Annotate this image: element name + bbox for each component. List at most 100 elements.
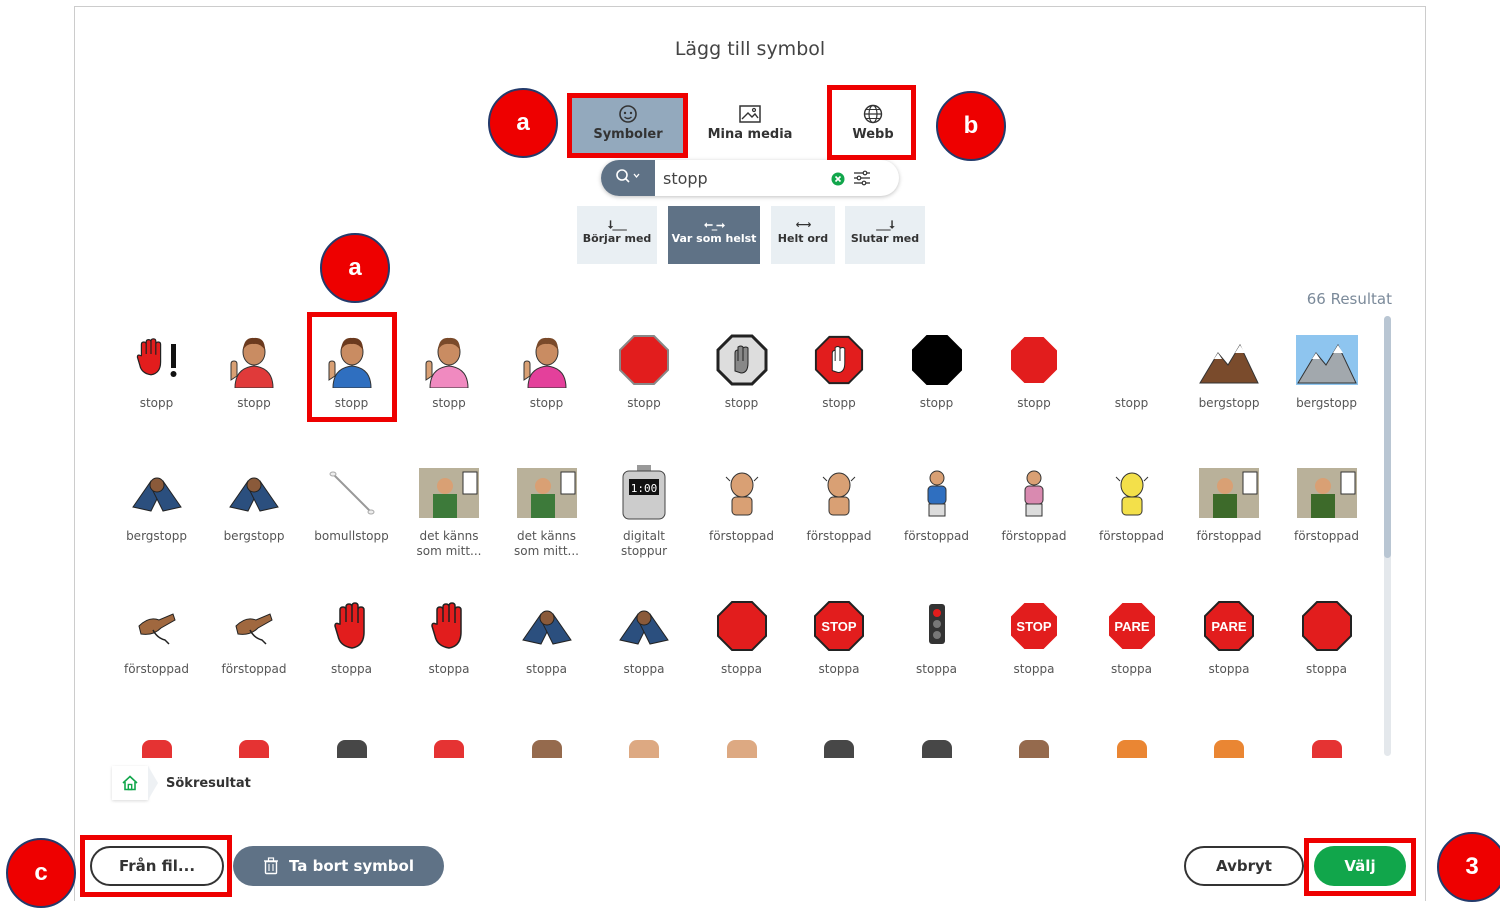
symbol-picture — [1181, 328, 1278, 392]
symbol-result-item[interactable]: stopp — [206, 328, 303, 411]
symbol-result-item[interactable] — [693, 738, 790, 758]
symbol-result-item[interactable]: bergstopp — [108, 461, 205, 544]
symbol-result-item[interactable]: stoppa — [401, 594, 498, 677]
symbol-result-item[interactable]: förstoppad — [1278, 461, 1375, 544]
dialog-title: Lägg till symbol — [674, 38, 826, 60]
filter-icon[interactable] — [853, 170, 871, 190]
symbol-result-item[interactable] — [791, 738, 888, 758]
symbol-result-item[interactable]: bergstopp — [1181, 328, 1278, 411]
symbol-result-item[interactable] — [888, 738, 985, 758]
symbol-result-item[interactable]: stoppa — [303, 594, 400, 677]
symbol-picture — [303, 594, 400, 658]
symbol-result-item[interactable]: 1:00 digitalt stoppur — [596, 461, 693, 559]
symbol-picture — [791, 461, 888, 525]
symbol-result-item[interactable] — [303, 738, 400, 758]
symbol-label: bergstopp — [126, 529, 187, 543]
symbol-picture — [303, 328, 400, 392]
choose-button[interactable]: Välj — [1314, 846, 1406, 886]
mode-anywhere[interactable]: ⭠_⭢ Var som helst — [668, 206, 760, 264]
symbol-picture — [596, 328, 693, 392]
symbol-result-item[interactable]: det känns som mitt... — [401, 461, 498, 559]
symbol-result-item[interactable]: stoppa — [693, 594, 790, 677]
search-options-button[interactable] — [601, 160, 655, 196]
symbol-result-item[interactable]: bergstopp — [1278, 328, 1375, 411]
symbol-result-item[interactable]: förstoppad — [888, 461, 985, 544]
symbol-result-item[interactable]: stopp — [108, 328, 205, 411]
delete-symbol-button[interactable]: Ta bort symbol — [233, 846, 444, 886]
symbol-result-item[interactable]: stoppa — [596, 594, 693, 677]
mode-label: Var som helst — [671, 232, 757, 245]
symbol-result-item[interactable] — [986, 738, 1083, 758]
from-file-button[interactable]: Från fil... — [90, 846, 224, 886]
symbol-label: digitalt stoppur — [620, 529, 668, 558]
symbol-result-item[interactable]: stopp — [791, 328, 888, 411]
symbol-result-item[interactable]: stopp — [498, 328, 595, 411]
symbol-result-item[interactable] — [1181, 738, 1278, 758]
symbol-result-item[interactable] — [401, 738, 498, 758]
symbol-picture — [1278, 738, 1375, 758]
symbol-result-item[interactable]: stopp — [303, 328, 400, 411]
symbol-result-item[interactable]: förstoppad — [693, 461, 790, 544]
tab-web[interactable]: Webb — [817, 97, 929, 153]
symbol-result-item[interactable]: STOP stoppa — [986, 594, 1083, 677]
symbol-result-item[interactable]: förstoppad — [986, 461, 1083, 544]
mode-ends-with[interactable]: ___⭣ Slutar med — [845, 206, 925, 264]
symbol-result-item[interactable] — [108, 738, 205, 758]
mode-starts-with[interactable]: ⭣___ Börjar med — [577, 206, 657, 264]
symbol-result-item[interactable]: stoppa — [1278, 594, 1375, 677]
anywhere-icon: ⭠_⭢ — [703, 218, 725, 231]
symbol-result-item[interactable]: förstoppad — [206, 594, 303, 677]
cancel-button[interactable]: Avbryt — [1184, 846, 1304, 886]
whole-word-icon: ⟷ — [795, 218, 812, 231]
symbol-result-item[interactable]: bomullstopp — [303, 461, 400, 544]
symbol-result-item[interactable]: stopp — [596, 328, 693, 411]
symbol-result-item[interactable]: stoppa — [888, 594, 985, 677]
symbol-result-item[interactable] — [498, 738, 595, 758]
search-input[interactable]: stopp — [663, 169, 708, 188]
breadcrumb: Sökresultat — [112, 766, 251, 800]
symbol-label: stoppa — [331, 662, 372, 676]
tab-web-label: Webb — [852, 127, 894, 142]
tab-symbols[interactable]: Symboler — [572, 97, 684, 153]
tab-my-media[interactable]: Mina media — [694, 97, 806, 153]
symbol-result-item[interactable] — [596, 738, 693, 758]
symbol-result-item[interactable]: förstoppad — [791, 461, 888, 544]
symbol-result-item[interactable]: STOP stoppa — [791, 594, 888, 677]
results-scrollbar[interactable] — [1384, 316, 1391, 756]
symbol-result-item[interactable]: stoppa — [498, 594, 595, 677]
symbol-result-item[interactable]: stopp — [693, 328, 790, 411]
symbol-picture — [1278, 594, 1375, 658]
symbol-result-item[interactable] — [1083, 738, 1180, 758]
symbol-label: stoppa — [1111, 662, 1152, 676]
symbol-result-item[interactable]: stopp — [986, 328, 1083, 411]
symbol-result-item[interactable]: PARE stoppa — [1083, 594, 1180, 677]
symbol-result-item[interactable]: bergstopp — [206, 461, 303, 544]
symbol-result-item[interactable]: stopp — [888, 328, 985, 411]
svg-text:STOP: STOP — [821, 619, 856, 634]
symbol-result-item[interactable]: det känns som mitt... — [498, 461, 595, 559]
mode-label: Börjar med — [582, 232, 652, 245]
symbol-picture — [303, 738, 400, 758]
symbol-result-item[interactable]: förstoppad — [1181, 461, 1278, 544]
symbol-result-item[interactable]: stopp — [1083, 328, 1180, 411]
symbol-result-item[interactable]: förstoppad — [108, 594, 205, 677]
mode-whole-word[interactable]: ⟷ Helt ord — [771, 206, 835, 264]
symbol-result-item[interactable]: stopp — [401, 328, 498, 411]
symbol-picture — [498, 594, 595, 658]
symbol-picture — [1278, 328, 1375, 392]
starts-with-icon: ⭣___ — [608, 218, 627, 231]
symbol-picture — [791, 328, 888, 392]
clear-icon[interactable] — [831, 171, 845, 190]
symbol-label: stoppa — [916, 662, 957, 676]
symbol-result-item[interactable]: PARE stoppa — [1181, 594, 1278, 677]
symbol-label: förstoppad — [1001, 529, 1067, 543]
symbol-label: förstoppad — [1098, 529, 1164, 543]
symbol-picture — [108, 738, 205, 758]
symbol-result-item[interactable] — [1278, 738, 1375, 758]
scrollbar-thumb[interactable] — [1384, 316, 1391, 558]
symbol-label: bergstopp — [1296, 396, 1357, 410]
symbol-label: stopp — [822, 396, 856, 410]
symbol-result-item[interactable] — [206, 738, 303, 758]
symbol-result-item[interactable]: förstoppad — [1083, 461, 1180, 544]
home-icon[interactable] — [112, 766, 148, 800]
